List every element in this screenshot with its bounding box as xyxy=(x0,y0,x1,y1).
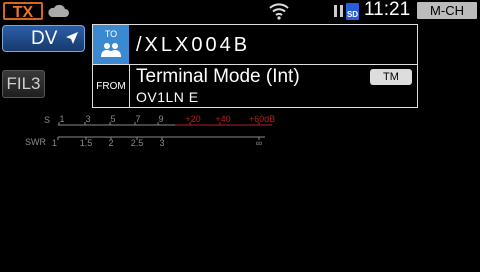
swr-meter-tick-label: 2 xyxy=(108,138,113,148)
panel-row-divider xyxy=(93,64,417,65)
s-meter-tick-label: +60dB xyxy=(249,114,275,124)
to-label: TO xyxy=(104,29,118,39)
dv-mode-label: DV xyxy=(31,28,58,49)
swr-meter-tick-label: 1.5 xyxy=(80,138,93,148)
swr-meter-tick-label: 1 xyxy=(52,138,57,148)
s-meter-tick-label: +40 xyxy=(215,114,230,124)
filter-button[interactable]: FIL3 xyxy=(2,70,45,98)
to-call-sign[interactable]: /XLX004B xyxy=(136,34,250,57)
from-label: FROM xyxy=(96,81,126,92)
panel-column-divider xyxy=(129,64,130,107)
gps-arrow-icon xyxy=(66,32,78,44)
s-swr-meter: S 1 3 5 7 9 +20 +40 +60dB SWR 1 1.5 2 2.5 3 ∞ xyxy=(25,114,275,148)
swr-meter-tick-label: 2.5 xyxy=(131,138,144,148)
s-meter-label: S xyxy=(44,115,50,125)
s-meter-tick-label: 3 xyxy=(85,114,90,124)
pause-icon xyxy=(334,5,344,17)
s-meter-tick-label: +20 xyxy=(185,114,200,124)
sd-card-icon: SD xyxy=(346,3,359,20)
from-name[interactable]: Terminal Mode (Int) xyxy=(136,66,300,88)
group-icon xyxy=(101,43,121,57)
s-meter-tick-label: 5 xyxy=(110,114,115,124)
from-call-sign: OV1LN E xyxy=(136,89,199,105)
memory-channel-badge[interactable]: M-CH xyxy=(417,2,477,19)
swr-meter-tick-label: ∞ xyxy=(256,138,262,148)
wifi-icon xyxy=(269,3,289,20)
terminal-mode-badge: TM xyxy=(370,69,412,85)
swr-meter-label: SWR xyxy=(25,137,46,147)
s-meter-tick-label: 1 xyxy=(59,114,64,124)
s-meter-tick-label: 7 xyxy=(135,114,140,124)
s-meter-tick-label: 9 xyxy=(158,114,163,124)
swr-meter-tick-label: 3 xyxy=(159,138,164,148)
cloud-icon xyxy=(48,4,69,18)
tx-indicator: TX xyxy=(3,2,43,21)
clock: 11:21 xyxy=(364,0,411,20)
